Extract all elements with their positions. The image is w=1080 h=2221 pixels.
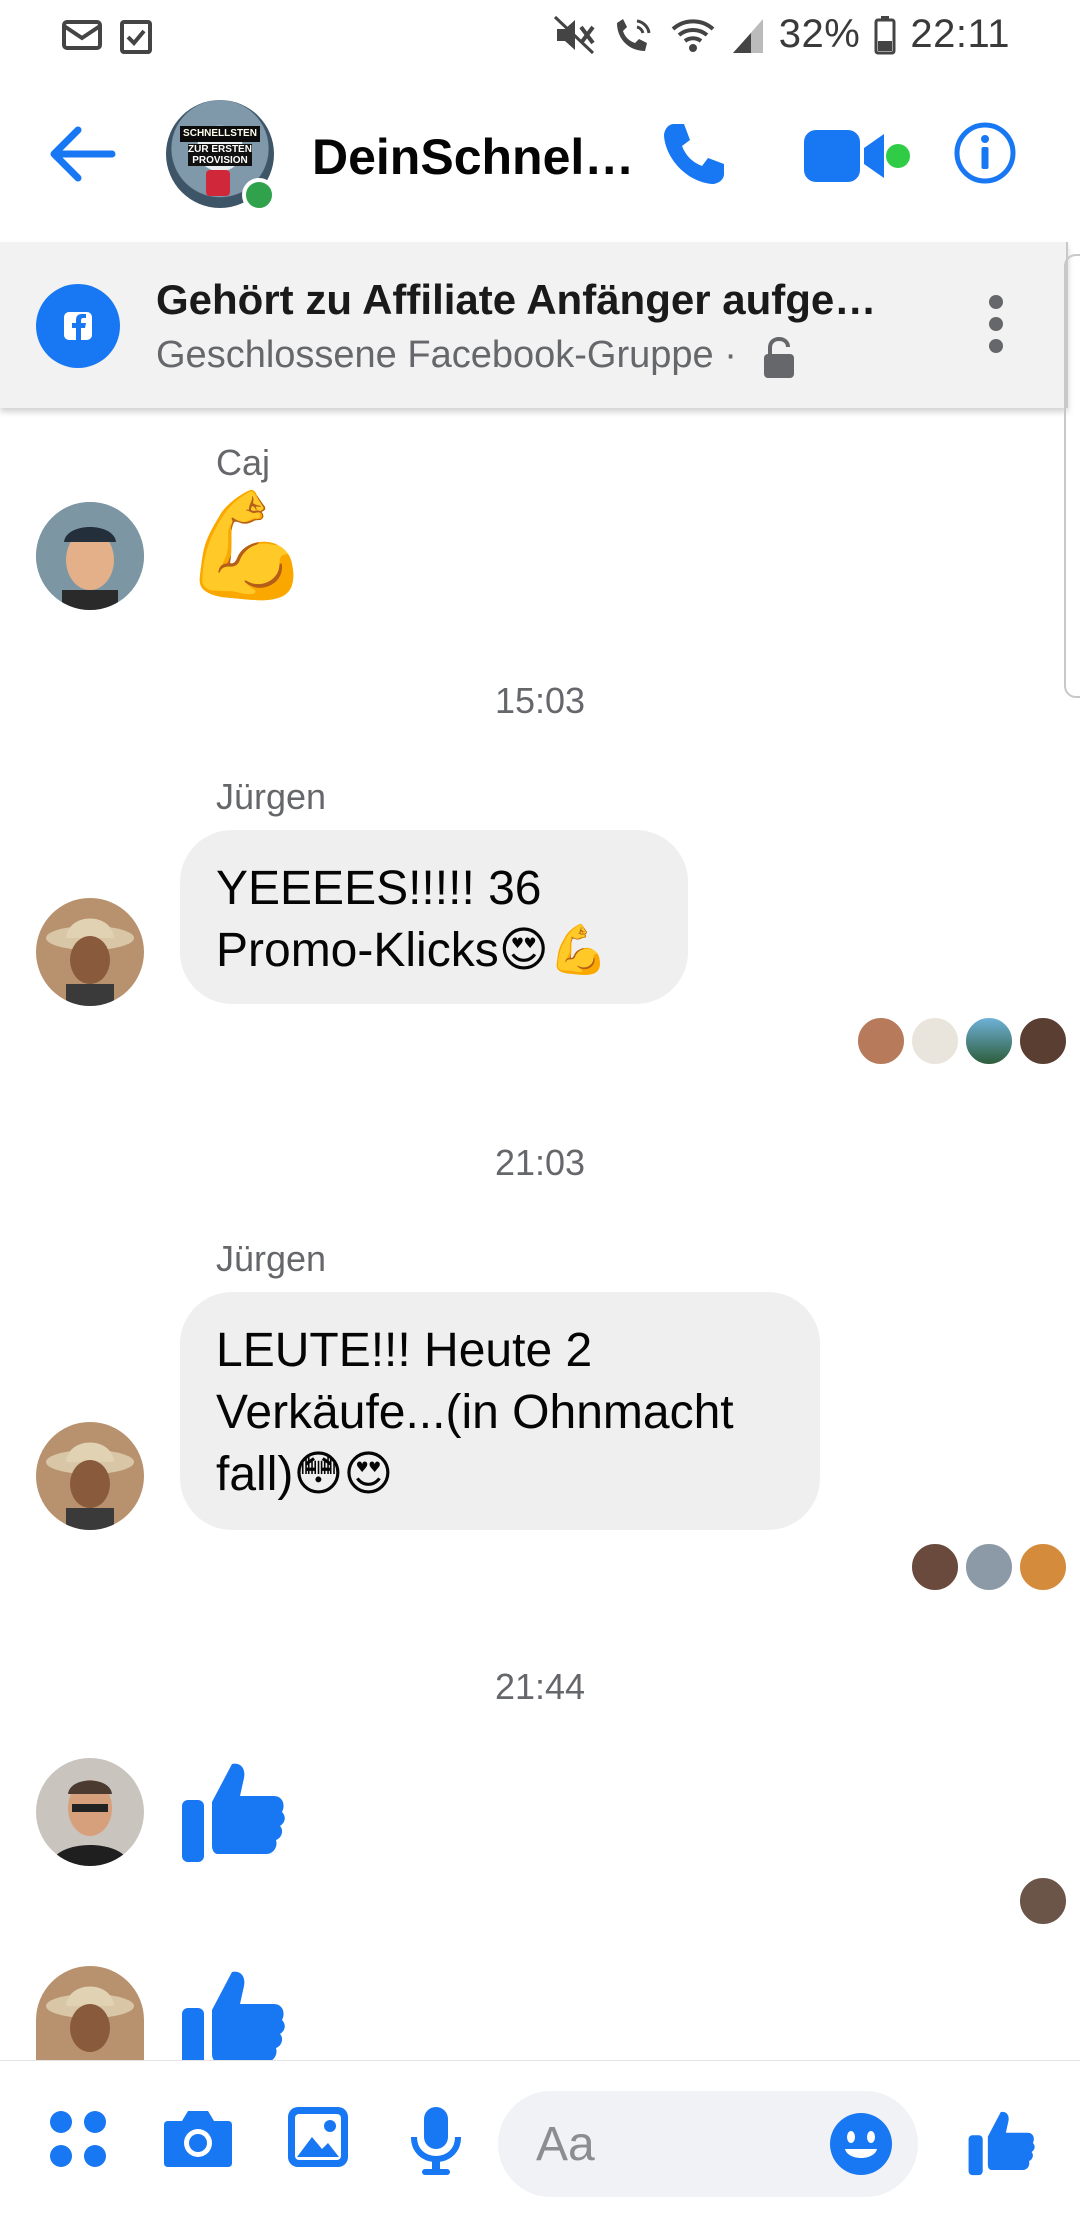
back-arrow-icon[interactable] [46, 124, 118, 184]
video-active-dot [886, 144, 910, 168]
group-name: Gehört zu Affiliate Anfänger aufge… [156, 276, 877, 323]
like-message-partial[interactable] [178, 1964, 298, 2060]
like-icon[interactable] [178, 1756, 290, 1868]
emoji-message[interactable]: 💪 [182, 494, 312, 598]
mail-icon [62, 20, 102, 50]
timestamp: 21:03 [494, 1142, 586, 1183]
wifi-icon [671, 18, 715, 52]
message-text-line: fall)😳😍 [216, 1448, 394, 1501]
avatar-text-top: SCHNELLSTEN [180, 126, 260, 142]
avatar[interactable] [36, 502, 144, 610]
read-receipt-avatar [1018, 1016, 1068, 1066]
emoji-icon[interactable] [828, 2111, 894, 2177]
like-icon[interactable] [966, 2107, 1038, 2179]
read-receipt-avatar [910, 1016, 960, 1066]
wifi-call-icon [616, 18, 651, 51]
mute-icon [553, 15, 595, 54]
more-vertical-icon[interactable] [984, 292, 1008, 356]
like-icon [182, 1971, 285, 2060]
group-banner[interactable]: Gehört zu Affiliate Anfänger aufge… Gesc… [0, 242, 1068, 408]
chat-header: SCHNELLSTEN ZUR ERSTEN PROVISION DeinSch… [0, 74, 1080, 242]
read-receipt-avatar [856, 1016, 906, 1066]
message-text-line: LEUTE!!! Heute 2 [216, 1324, 593, 1377]
camera-icon[interactable] [162, 2105, 234, 2169]
clock: 22:11 [910, 12, 1010, 56]
battery-percentage: 32% [778, 12, 861, 56]
scrollbar[interactable] [1064, 254, 1080, 698]
avatar[interactable] [36, 1422, 144, 1530]
avatar[interactable] [36, 1758, 144, 1866]
battery-icon [874, 15, 896, 54]
message-composer [0, 2060, 1080, 2221]
chat-title[interactable]: DeinSchnel… [312, 128, 634, 186]
phone-icon[interactable] [660, 120, 728, 188]
message-bubble[interactable]: YEEEES!!!!! 36 Promo-Klicks😍💪 [180, 830, 688, 1004]
sender-name: Caj [216, 442, 271, 483]
read-receipt-avatar [1018, 1542, 1068, 1592]
read-receipt-avatar [1018, 1876, 1068, 1926]
read-receipt-avatar [964, 1016, 1014, 1066]
online-status-dot [242, 178, 276, 212]
group-type: Geschlossene Facebook-Gruppe · [156, 334, 737, 376]
message-text-line: Promo-Klicks😍💪 [216, 924, 609, 977]
sender-name: Jürgen [216, 1238, 327, 1279]
microphone-icon[interactable] [410, 2105, 462, 2177]
avatar-text-middle: ZUR ERSTEN [188, 144, 252, 155]
read-receipt-avatar [964, 1542, 1014, 1592]
task-check-icon [120, 20, 152, 54]
message-bubble[interactable]: LEUTE!!! Heute 2 Verkäufe...(in Ohnmacht… [180, 1292, 820, 1530]
message-input-wrapper [498, 2091, 918, 2197]
facebook-icon [36, 284, 120, 368]
message-text-line: Verkäufe...(in Ohnmacht [216, 1386, 734, 1439]
read-receipt-avatar [910, 1542, 960, 1592]
euro-sign-graphic [206, 170, 230, 196]
timestamp: 15:03 [494, 680, 586, 721]
lock-icon [764, 336, 794, 378]
apps-icon[interactable] [48, 2109, 108, 2169]
message-text-line: YEEEES!!!!! 36 [216, 862, 542, 915]
avatar[interactable] [36, 1966, 144, 2060]
avatar[interactable] [36, 898, 144, 1006]
avatar-text-bottom: PROVISION [192, 155, 248, 166]
info-icon[interactable] [952, 120, 1018, 186]
message-input[interactable] [534, 2111, 798, 2177]
timestamp: 21:44 [494, 1666, 586, 1707]
video-icon[interactable] [804, 128, 888, 184]
signal-icon [732, 18, 763, 53]
status-bar: 32% 22:11 [0, 0, 1080, 74]
image-icon[interactable] [286, 2105, 350, 2169]
sender-name: Jürgen [216, 776, 327, 817]
